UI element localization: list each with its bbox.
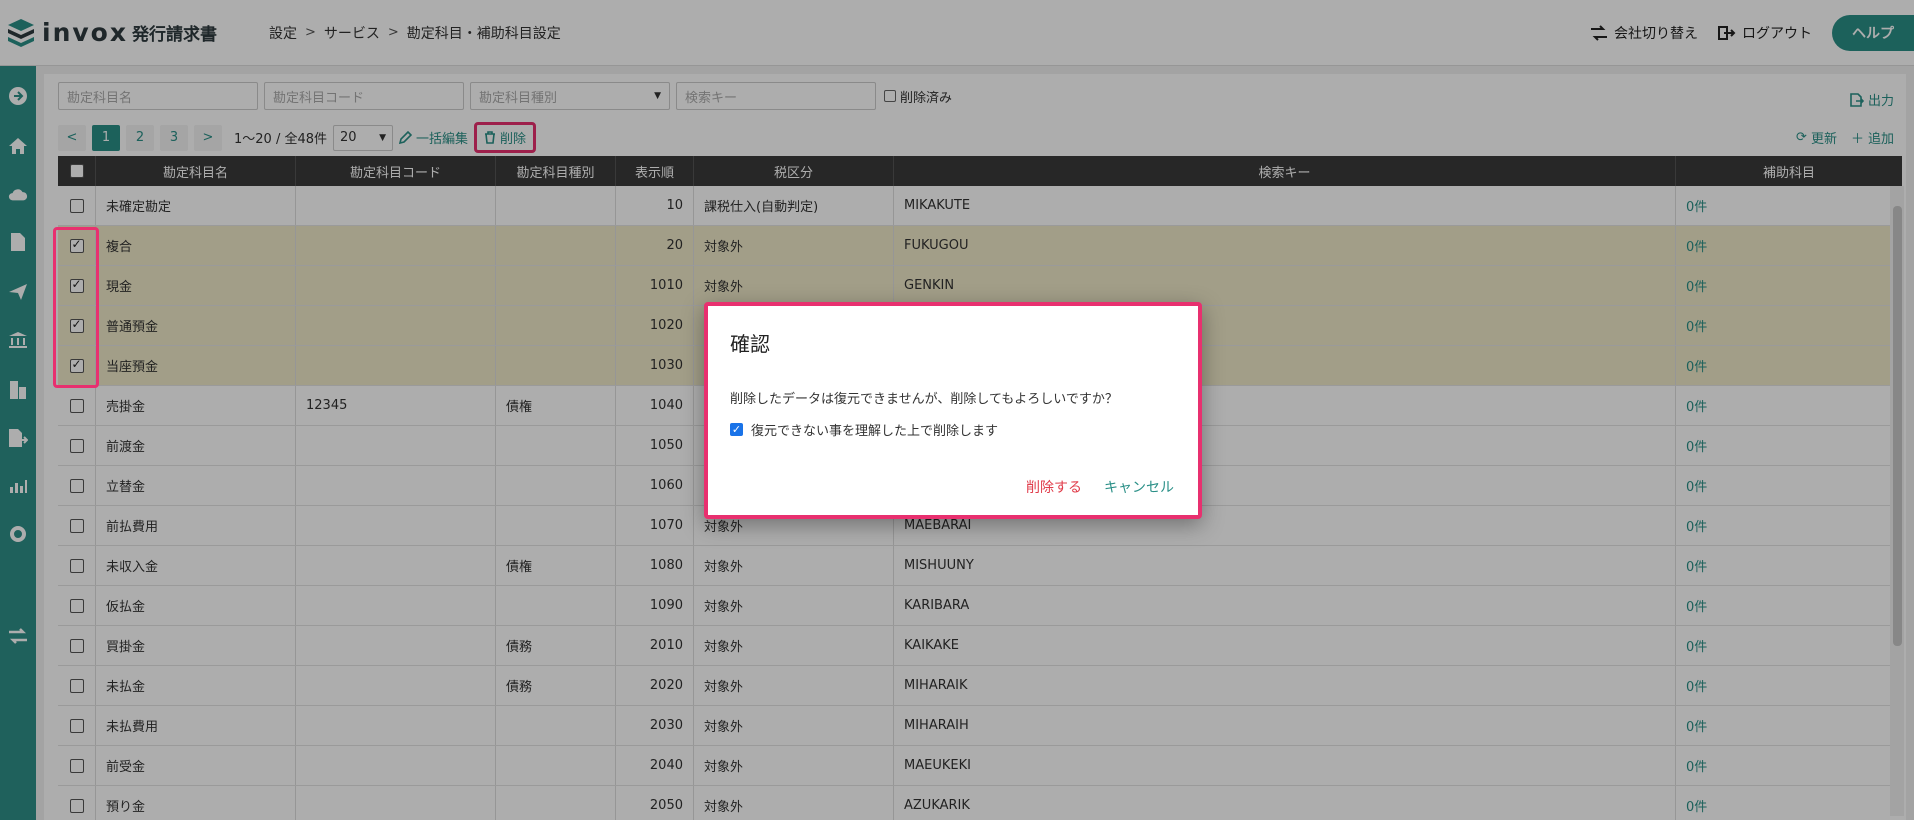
dialog-message: 削除したデータは復元できませんが、削除してもよろしいですか？ — [730, 392, 1118, 407]
confirm-check-row[interactable]: ✓ 復元できない事を理解した上で削除します — [730, 420, 998, 439]
confirm-dialog: 確認 削除したデータは復元できませんが、削除してもよろしいですか？ ✓ 復元でき… — [704, 302, 1202, 519]
dialog-title: 確認 — [730, 332, 770, 356]
confirm-delete-button[interactable]: 削除する — [1026, 477, 1082, 497]
confirm-check-label: 復元できない事を理解した上で削除します — [751, 424, 999, 439]
cancel-button[interactable]: キャンセル — [1104, 477, 1174, 497]
selected-checkboxes-highlight — [53, 227, 99, 388]
confirm-checkbox[interactable]: ✓ — [730, 423, 743, 436]
